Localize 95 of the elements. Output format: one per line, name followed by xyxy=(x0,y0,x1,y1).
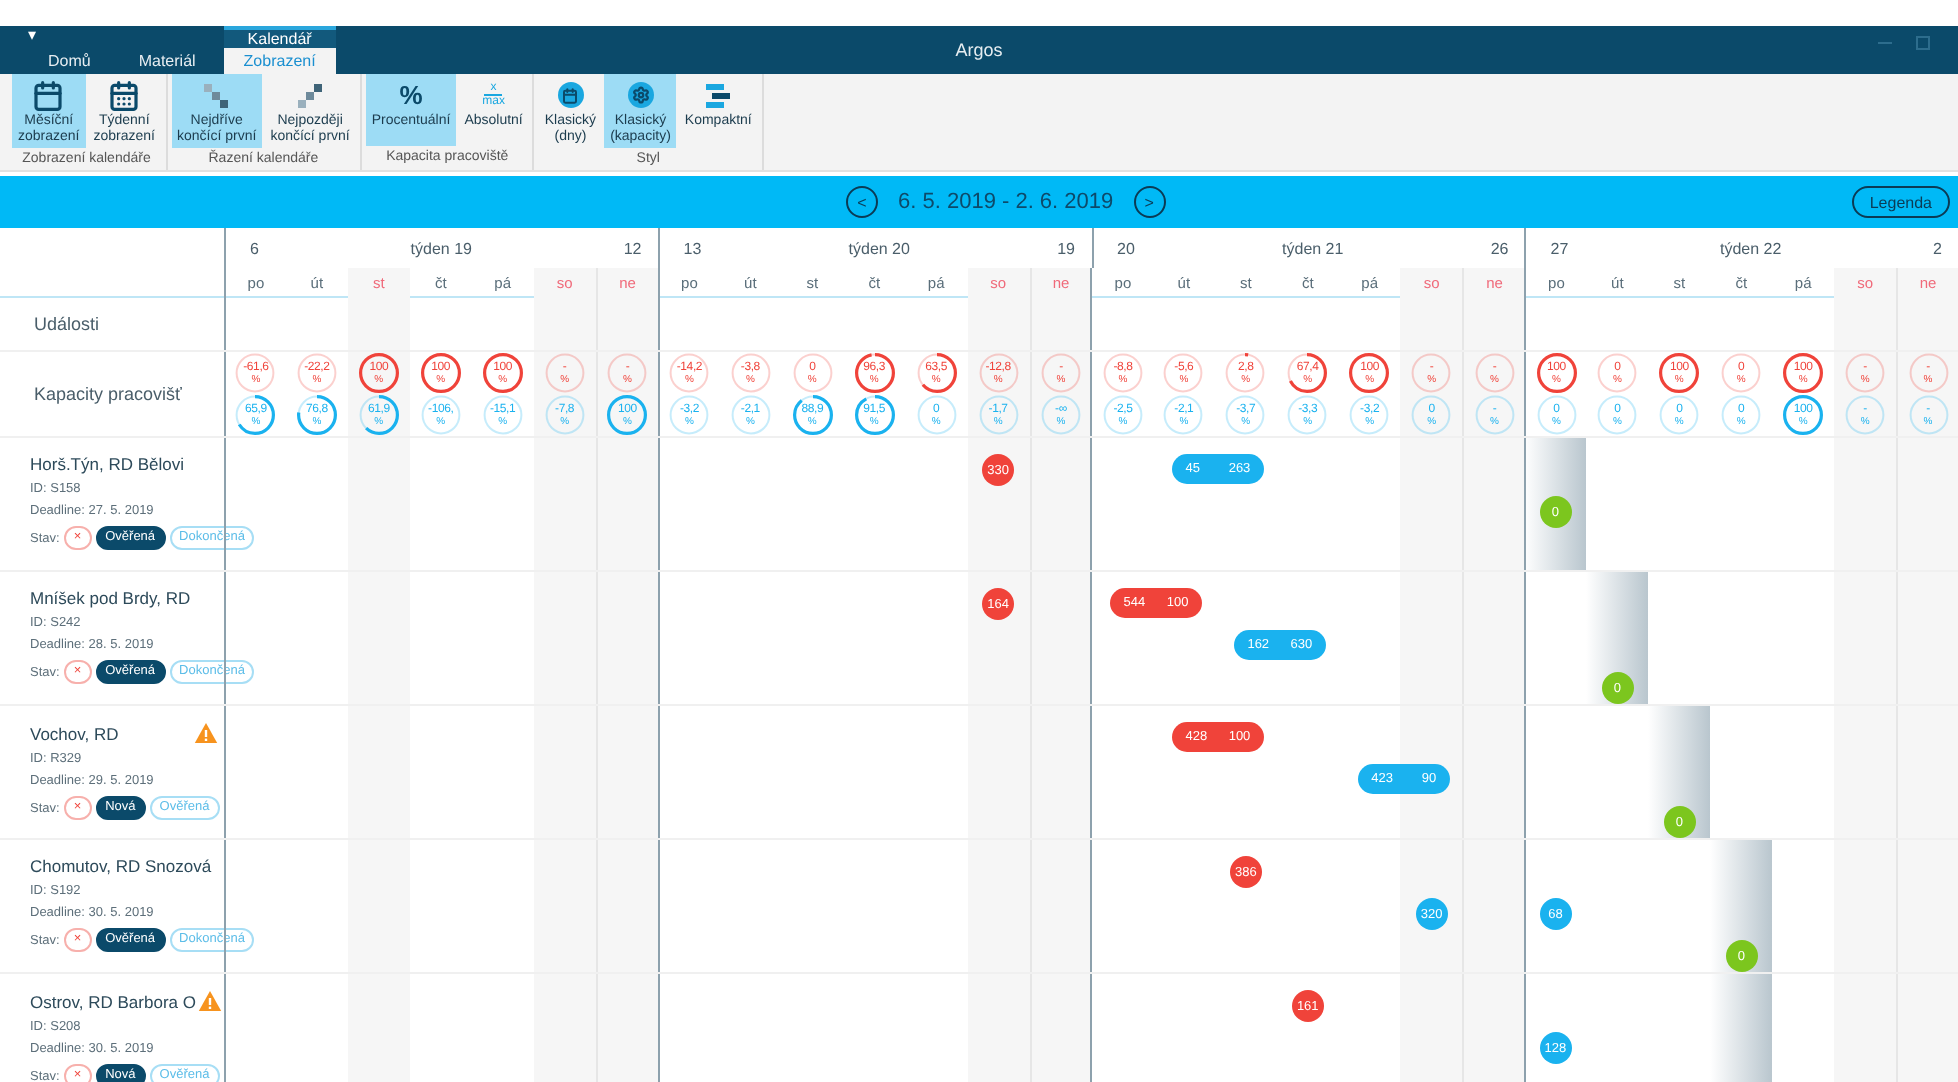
gauge-ring xyxy=(1907,352,1949,394)
maximize-icon[interactable] xyxy=(1916,36,1930,50)
bars-icon xyxy=(704,81,733,109)
gauge-ring xyxy=(1286,394,1329,436)
gauge-ring xyxy=(791,352,834,394)
gauge-ring xyxy=(1720,352,1763,394)
gauge-ring xyxy=(419,394,462,436)
stairs-icon xyxy=(294,79,327,111)
gauge-ring xyxy=(234,352,277,394)
gauge-ring xyxy=(853,352,896,394)
gauge-ring xyxy=(729,394,772,436)
gauge-ring xyxy=(606,394,649,436)
minimize-icon[interactable] xyxy=(1878,36,1892,48)
gauge-ring xyxy=(543,352,586,394)
gauge-ring xyxy=(1410,394,1453,436)
gauge-ring xyxy=(1720,394,1763,436)
project-name: Horš.Týn, RD Bělovi xyxy=(30,454,184,474)
gauge-ring xyxy=(977,352,1020,394)
gauge-ring xyxy=(915,394,958,436)
project-name: Mníšek pod Brdy, RD xyxy=(30,588,191,608)
gauge-ring xyxy=(1782,352,1825,394)
gauge-ring xyxy=(1410,352,1453,394)
legend-button[interactable]: Legenda xyxy=(1851,186,1950,218)
gauge-ring xyxy=(1473,394,1516,436)
gauge-ring xyxy=(1535,352,1578,394)
date-range: 6. 5. 2019 - 2. 6. 2019 xyxy=(898,190,1114,214)
gauge-ring xyxy=(1844,352,1887,394)
gauge-ring xyxy=(1101,352,1144,394)
gauge-ring xyxy=(1473,352,1516,394)
gauge-ring xyxy=(1658,394,1701,436)
gauge-ring xyxy=(977,394,1020,436)
gauge-ring xyxy=(1596,394,1639,436)
gauge-ring xyxy=(1782,394,1825,436)
week-label: týden 22 xyxy=(1720,239,1782,257)
gauge-ring xyxy=(1286,352,1329,394)
row-label: Kapacity pracovišť xyxy=(34,384,184,404)
row-label: Události xyxy=(34,314,102,334)
week-label: týden 21 xyxy=(1282,239,1344,257)
gauge-ring xyxy=(729,352,772,394)
gauge-ring xyxy=(1162,352,1205,394)
quick-access-menu[interactable]: ▾ xyxy=(28,26,36,48)
gauge-ring xyxy=(295,394,338,436)
week-start-day: 6 xyxy=(250,239,259,257)
gauge-ring xyxy=(915,352,958,394)
project-name: Ostrov, RD Barbora O xyxy=(30,991,196,1011)
week-label: týden 20 xyxy=(848,239,910,257)
gauge-ring xyxy=(234,394,277,436)
gauge-ring xyxy=(357,352,400,394)
project-name: Vochov, RD xyxy=(30,723,119,743)
gauge-ring xyxy=(1658,352,1701,394)
gauge-ring xyxy=(791,394,834,436)
week-start-day: 13 xyxy=(683,239,702,257)
week-start-day: 20 xyxy=(1117,239,1135,257)
gauge-ring xyxy=(668,352,711,394)
calendar-icon xyxy=(108,79,141,111)
ribbon-tab[interactable]: Zobrazení xyxy=(223,48,336,74)
gauge-ring xyxy=(357,394,400,436)
gauge-ring xyxy=(1101,394,1144,436)
week-end-day: 26 xyxy=(1490,239,1509,257)
context-tab-group: Kalendář xyxy=(223,26,336,48)
ribbon-tab[interactable]: Materiál xyxy=(118,48,216,74)
gauge-ring xyxy=(668,394,711,436)
gauge-ring xyxy=(295,352,338,394)
gauge-ring xyxy=(1535,394,1578,436)
calendar-icon xyxy=(32,79,65,111)
gauge-ring xyxy=(1224,394,1267,436)
week-end-day: 12 xyxy=(623,239,642,257)
settings-icon xyxy=(627,82,654,108)
gauge-ring xyxy=(1224,352,1267,394)
ribbon-tab[interactable]: Domů xyxy=(28,48,111,74)
gauge-ring xyxy=(1844,394,1887,436)
gauge-ring xyxy=(419,352,462,394)
gauge-ring xyxy=(1596,352,1639,394)
gauge-ring xyxy=(481,352,524,394)
percent-symbol: % xyxy=(399,87,423,103)
gauge-ring xyxy=(1348,394,1391,436)
gauge-ring xyxy=(1040,394,1082,436)
next-button[interactable]: > xyxy=(1133,186,1166,218)
project-name: Chomutov, RD Snozová xyxy=(30,856,212,876)
gauge-ring xyxy=(1348,352,1391,394)
gauge-ring xyxy=(1907,394,1949,436)
week-label: týden 19 xyxy=(410,239,472,257)
gauge-ring xyxy=(1040,352,1082,394)
gauge-ring xyxy=(543,394,586,436)
gauge-ring xyxy=(853,394,896,436)
week-start-day: 27 xyxy=(1550,239,1569,257)
gauge-ring xyxy=(606,352,649,394)
week-end-day: 2 xyxy=(1933,239,1942,257)
previous-button[interactable]: < xyxy=(846,186,878,218)
week-end-day: 19 xyxy=(1057,239,1075,257)
window-title: Argos xyxy=(955,40,1003,60)
stairs-icon xyxy=(200,79,233,111)
gauge-ring xyxy=(481,394,524,436)
gauge-ring xyxy=(1162,394,1205,436)
calendar-icon xyxy=(557,82,584,108)
